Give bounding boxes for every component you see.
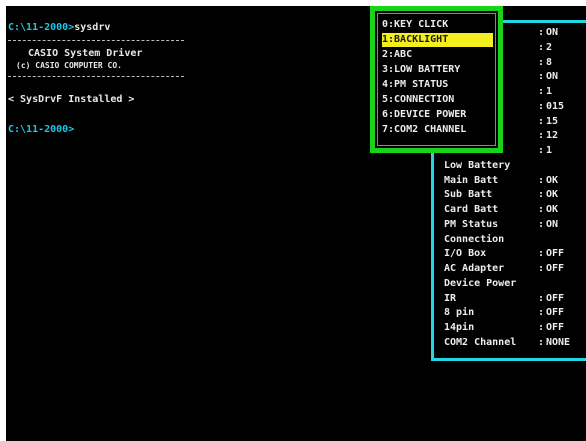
- terminal-line-command: C:\11-2000>sysdrv: [8, 22, 110, 34]
- status-value: OK: [546, 189, 559, 201]
- status-colon: :: [538, 248, 545, 260]
- status-value: ON: [546, 71, 559, 83]
- status-value: OK: [546, 204, 559, 215]
- menu-item[interactable]: 7:COM2 CHANNEL: [382, 123, 493, 137]
- status-colon: :: [538, 100, 545, 112]
- separator-bottom: [8, 76, 184, 77]
- status-colon: :: [538, 41, 545, 53]
- settings-menu: 0:KEY CLICK 1:BACKLIGHT 2:ABC 3:LOW BATTERY…: [370, 6, 503, 153]
- status-label: Sub Batt: [444, 189, 493, 201]
- menu-item[interactable]: 6:DEVICE POWER: [382, 108, 493, 122]
- status-value: ON: [546, 218, 559, 230]
- status-colon: :: [538, 218, 545, 230]
- status-row: Connection: [444, 233, 580, 247]
- status-label: Card Batt: [444, 204, 499, 215]
- status-colon: :: [538, 145, 545, 156]
- status-row: 8 pin: OFF: [444, 306, 580, 320]
- status-row: Card Batt: OK: [444, 203, 580, 217]
- status-colon: :: [538, 174, 545, 186]
- status-label: Main Batt: [444, 174, 499, 186]
- status-label: I/O Box: [444, 248, 487, 260]
- status-value: OFF: [546, 322, 565, 333]
- status-value: 8: [546, 56, 553, 68]
- menu-item[interactable]: 0:KEY CLICK: [382, 18, 493, 32]
- status-colon: :: [538, 189, 545, 201]
- status-colon: :: [538, 115, 545, 127]
- status-value: OFF: [546, 307, 565, 319]
- menu-item[interactable]: 4:PM STATUS: [382, 78, 493, 92]
- copyright-text: (c) CASIO COMPUTER CO.: [16, 61, 122, 70]
- status-colon: :: [538, 322, 545, 333]
- status-value: OFF: [546, 263, 565, 274]
- menu-frame: 0:KEY CLICK 1:BACKLIGHT 2:ABC 3:LOW BATTERY…: [377, 13, 496, 146]
- status-colon: :: [538, 204, 545, 215]
- status-colon: :: [538, 292, 545, 304]
- status-label: AC Adapter: [444, 263, 505, 274]
- status-row: Device Power: [444, 277, 580, 291]
- command-prompt: C:\11-2000>: [8, 22, 75, 33]
- status-row: Low Battery: [444, 159, 580, 173]
- menu-item[interactable]: 5:CONNECTION: [382, 93, 493, 107]
- status-value: OK: [546, 174, 559, 186]
- status-row: Sub Batt: OK: [444, 188, 580, 202]
- status-value: NONE: [546, 336, 571, 348]
- status-label: Low Battery: [444, 159, 511, 171]
- driver-title: CASIO System Driver: [28, 48, 143, 59]
- status-colon: :: [538, 307, 545, 319]
- status-value: 1: [546, 145, 553, 156]
- install-status: < SysDrvF Installed >: [8, 94, 135, 105]
- status-value: 15: [546, 115, 559, 127]
- status-value: 1: [546, 86, 553, 97]
- status-colon: :: [538, 27, 545, 38]
- status-colon: :: [538, 336, 545, 348]
- status-label: IR: [444, 292, 457, 304]
- status-label: 14pin: [444, 322, 475, 333]
- status-label: Device Power: [444, 277, 517, 289]
- status-colon: :: [538, 86, 545, 97]
- status-value: 12: [546, 130, 559, 142]
- command-text: sysdrv: [74, 22, 111, 33]
- status-value: 2: [546, 41, 553, 53]
- status-colon: :: [538, 71, 545, 83]
- menu-item[interactable]: 2:ABC: [382, 48, 493, 62]
- menu-item[interactable]: 3:LOW BATTERY: [382, 63, 493, 77]
- status-value: OFF: [546, 248, 565, 260]
- status-row: IR: OFF: [444, 292, 580, 306]
- status-colon: :: [538, 130, 545, 142]
- status-value: ON: [546, 27, 559, 38]
- status-value: 015: [546, 100, 565, 112]
- status-row: 14pin: OFF: [444, 321, 580, 335]
- status-row: COM2 Channel: NONE: [444, 336, 580, 350]
- status-value: OFF: [546, 292, 565, 304]
- status-label: 8 pin: [444, 307, 475, 319]
- status-colon: :: [538, 263, 545, 274]
- status-label: Connection: [444, 233, 505, 245]
- status-label: COM2 Channel: [444, 336, 517, 348]
- current-prompt: C:\11-2000>: [8, 124, 75, 135]
- menu-item[interactable]: 1:BACKLIGHT: [382, 33, 493, 47]
- separator-top: [8, 40, 184, 41]
- status-row: I/O Box: OFF: [444, 247, 580, 261]
- dos-screen: C:\11-2000>sysdrv CASIO System Driver (c…: [6, 6, 586, 441]
- status-row: Main Batt: OK: [444, 174, 580, 188]
- status-colon: :: [538, 56, 545, 68]
- status-row: PM Status: ON: [444, 218, 580, 232]
- status-label: PM Status: [444, 218, 499, 230]
- status-row: AC Adapter: OFF: [444, 262, 580, 276]
